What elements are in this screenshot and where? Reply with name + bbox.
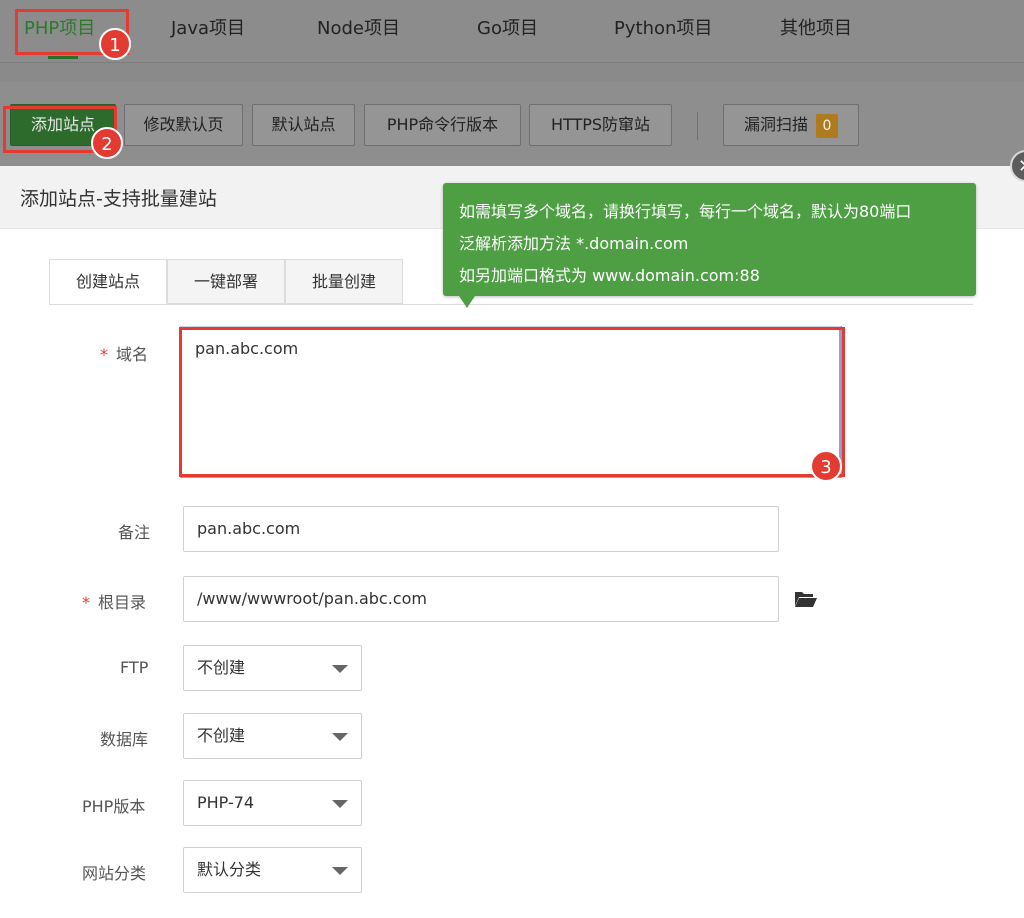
root-dir-label-text: 根目录 — [98, 593, 147, 612]
annotation-marker-3: 3 — [810, 450, 842, 482]
php-version-label: PHP版本 — [82, 797, 146, 816]
vulnerability-scan-button[interactable]: 漏洞扫描 0 — [723, 104, 859, 146]
tab-java-projects[interactable]: Java项目 — [171, 14, 245, 40]
remark-input[interactable]: pan.abc.com — [183, 506, 779, 552]
tab-divider — [49, 304, 973, 305]
chevron-down-icon — [332, 665, 348, 673]
chevron-down-icon — [332, 867, 348, 875]
annotation-box-domain — [179, 327, 845, 477]
required-mark: * — [82, 593, 90, 612]
site-category-select-value: 默认分类 — [197, 860, 262, 879]
php-version-select-value: PHP-74 — [197, 793, 255, 812]
domain-help-tooltip: 如需填写多个域名，请换行填写，每行一个域名，默认为80端口 泛解析添加方法 *.… — [443, 183, 976, 308]
php-cli-version-button[interactable]: PHP命令行版本 — [364, 104, 521, 146]
dialog-title: 添加站点-支持批量建站 — [20, 188, 217, 210]
tooltip-line-wildcard: 泛解析添加方法 *.domain.com — [459, 234, 689, 253]
chevron-down-icon — [332, 800, 348, 808]
chevron-down-icon — [332, 733, 348, 741]
domain-label-text: 域名 — [116, 345, 149, 364]
https-anti-hijack-button[interactable]: HTTPS防窜站 — [529, 104, 672, 146]
default-site-button[interactable]: 默认站点 — [252, 104, 355, 146]
domain-label: * 域名 — [100, 341, 148, 365]
ftp-select[interactable]: 不创建 — [183, 645, 362, 691]
edit-default-page-button[interactable]: 修改默认页 — [124, 104, 243, 146]
php-version-select[interactable]: PHP-74 — [183, 780, 362, 826]
tab-python-projects[interactable]: Python项目 — [614, 14, 712, 40]
database-select[interactable]: 不创建 — [183, 713, 362, 759]
annotation-marker-1: 1 — [99, 28, 131, 60]
folder-open-icon[interactable] — [794, 590, 818, 608]
tab-one-click-deploy[interactable]: 一键部署 — [167, 259, 285, 304]
remark-label: 备注 — [118, 523, 151, 542]
toolbar-separator — [697, 112, 698, 140]
vulnerability-count-badge: 0 — [816, 113, 838, 138]
ftp-label: FTP — [120, 658, 149, 677]
tab-go-projects[interactable]: Go项目 — [477, 14, 538, 40]
tab-node-projects[interactable]: Node项目 — [317, 14, 400, 40]
tooltip-line-port: 如另加端口格式为 www.domain.com:88 — [459, 266, 760, 285]
nav-divider — [0, 62, 1024, 83]
annotation-marker-2: 2 — [91, 127, 123, 159]
active-tab-indicator — [48, 56, 78, 59]
ftp-select-value: 不创建 — [197, 658, 246, 677]
site-category-label: 网站分类 — [82, 864, 147, 883]
site-category-select[interactable]: 默认分类 — [183, 847, 362, 893]
tab-batch-create[interactable]: 批量创建 — [285, 259, 403, 304]
tooltip-line-multi-domain: 如需填写多个域名，请换行填写，每行一个域名，默认为80端口 — [459, 202, 912, 221]
database-select-value: 不创建 — [197, 726, 246, 745]
tab-other-projects[interactable]: 其他项目 — [780, 14, 852, 40]
root-dir-label: * 根目录 — [82, 589, 146, 613]
site-toolbar: 添加站点 修改默认页 默认站点 PHP命令行版本 HTTPS防窜站 漏洞扫描 0 — [0, 82, 1024, 166]
project-type-nav: PHP项目 Java项目 Node项目 Go项目 Python项目 其他项目 — [0, 0, 1024, 62]
root-dir-input[interactable]: /www/wwwroot/pan.abc.com — [183, 576, 779, 622]
tab-create-site[interactable]: 创建站点 — [49, 259, 167, 304]
required-mark: * — [100, 345, 108, 364]
vulnerability-scan-label: 漏洞扫描 — [743, 115, 808, 134]
database-label: 数据库 — [100, 730, 149, 749]
